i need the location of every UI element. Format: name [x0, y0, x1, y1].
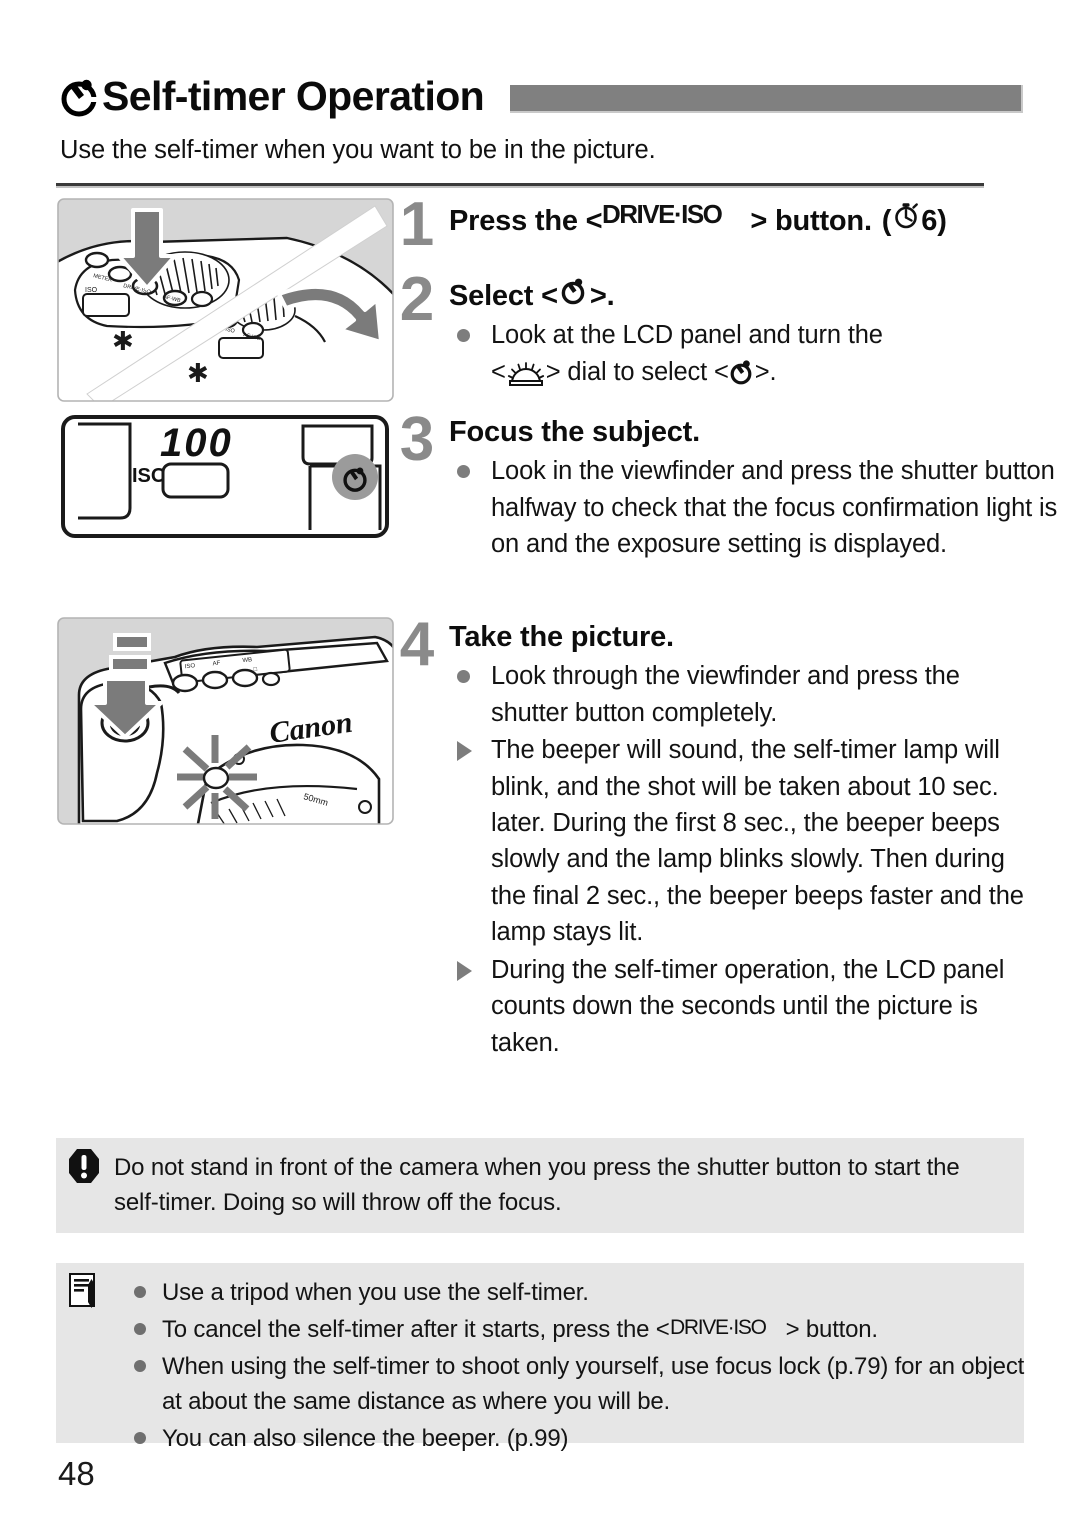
svg-text:WB: WB — [242, 657, 252, 664]
step-number: 1 — [399, 190, 435, 259]
warning-text: Do not stand in front of the camera when… — [114, 1154, 960, 1217]
main-dial-icon — [506, 359, 546, 387]
manual-page: Self-timer Operation Use the self-timer … — [0, 0, 1080, 1521]
step-4-bullets: Look through the viewfinder and press th… — [449, 658, 1024, 1061]
svg-text:AF: AF — [212, 661, 221, 668]
bullet-item: The beeper will sound, the self-timer la… — [449, 732, 1031, 951]
step-2-heading-before: Select < — [449, 280, 558, 312]
step-number: 3 — [399, 405, 435, 474]
step-2-heading-after: >. — [589, 280, 615, 312]
bullet-marker-triangle — [457, 960, 472, 981]
step-1: 1 Press the < DRIVE·ISO > button. (6) — [393, 194, 1023, 256]
step-1-timer-value: 6 — [921, 205, 938, 237]
bullet-line-1: Look at the LCD panel and turn the — [491, 321, 883, 350]
self-timer-icon — [560, 275, 588, 305]
lcd-panel-illustration: ISO 100 — [60, 414, 390, 539]
bullet-item: During the self-timer operation, the LCD… — [449, 952, 1031, 1061]
page-title: Self-timer Operation — [102, 72, 485, 119]
step-1-timer-open: ( — [881, 205, 892, 237]
step-2-heading: Select < >. — [449, 275, 1023, 313]
svg-text:✱: ✱ — [112, 327, 134, 356]
bullet-item: Look through the viewfinder and press th… — [449, 658, 1031, 731]
step-2: 2 Select < >. Look at the LCD panel and … — [393, 265, 1023, 391]
note-text-after: > button. — [785, 1316, 878, 1344]
self-timer-icon — [58, 74, 100, 118]
note-text-before: To cancel the self-timer after it starts… — [162, 1316, 670, 1344]
bullet-marker — [134, 1286, 146, 1298]
step-number: 2 — [399, 265, 435, 334]
svg-text:DRIVE·ISO: DRIVE·ISO — [602, 200, 723, 229]
note-pencil-icon — [66, 1271, 102, 1311]
note-box: Use a tripod when you use the self-timer… — [56, 1263, 1024, 1452]
bullet-text: The beeper will sound, the self-timer la… — [491, 736, 1024, 947]
bullet-marker — [134, 1432, 146, 1445]
bullet-item: Look in the viewfinder and press the shu… — [449, 453, 1061, 562]
intro-text: Use the self-timer when you want to be i… — [60, 136, 656, 164]
warning-icon — [66, 1146, 102, 1186]
bullet-marker — [457, 329, 470, 343]
bullet-marker — [457, 465, 470, 479]
step-3-heading: Focus the subject. — [449, 416, 700, 448]
note-item: You can also silence the beeper. (p.99) — [126, 1421, 1010, 1456]
step-2-bullets: Look at the LCD panel and turn the < > d… — [449, 317, 1023, 390]
note-item: When using the self-timer to shoot only … — [126, 1349, 1042, 1419]
step-3-bullets: Look in the viewfinder and press the shu… — [449, 453, 1057, 562]
svg-text:ISO: ISO — [185, 663, 196, 670]
stopwatch-icon — [891, 200, 921, 230]
bullet-text: Look in the viewfinder and press the shu… — [491, 457, 1058, 559]
step-3: 3 Focus the subject. Look in the viewfin… — [393, 405, 1057, 564]
note-text: You can also silence the beeper. (p.99) — [162, 1425, 569, 1453]
bullet-text: Look through the viewfinder and press th… — [491, 662, 960, 727]
self-timer-icon — [729, 357, 755, 385]
bullet-marker — [134, 1323, 146, 1336]
note-text: Use a tripod when you use the self-timer… — [162, 1279, 589, 1306]
bullet-marker — [457, 670, 470, 684]
step-1-heading-before: Press the < — [449, 205, 603, 237]
step-1-heading: Press the < DRIVE·ISO > button. (6) — [449, 200, 1023, 238]
bullet-marker — [134, 1360, 146, 1373]
step-number: 4 — [399, 610, 435, 679]
lcd-iso-value: 100 — [160, 421, 233, 465]
step-1-heading-after: > button. — [750, 205, 872, 237]
angle-close: >. — [754, 357, 777, 386]
svg-text:DRIVE·ISO: DRIVE·ISO — [670, 1316, 767, 1339]
step-4: 4 Take the picture. Look through the vie… — [393, 610, 1024, 1062]
step-1-timer-close: ) — [937, 205, 947, 237]
camera-top-dial-illustration: METER DRIVE·ISO AF·WB ISO ✱ ✱ AF·WB — [57, 198, 394, 402]
page-header: Self-timer Operation — [58, 66, 1023, 126]
dial-text: > dial to select < — [545, 357, 729, 386]
drive-iso-button-icon: DRIVE·ISO — [602, 200, 750, 230]
bullet-text: During the self-timer operation, the LCD… — [491, 955, 1005, 1057]
bullet-marker-triangle — [457, 741, 472, 762]
page-number: 48 — [58, 1455, 95, 1492]
drive-iso-button-icon: DRIVE·ISO — [670, 1315, 786, 1339]
note-list: Use a tripod when you use the self-timer… — [126, 1275, 1024, 1458]
title-accent-bar — [510, 85, 1023, 113]
bullet-item: Look at the LCD panel and turn the < > d… — [449, 317, 1023, 390]
svg-text:✱: ✱ — [187, 359, 209, 388]
lcd-iso-label: ISO — [132, 465, 166, 487]
angle-open: < — [491, 357, 506, 386]
warning-box: Do not stand in front of the camera when… — [56, 1138, 1024, 1233]
step-4-heading: Take the picture. — [449, 621, 674, 653]
note-item: Use a tripod when you use the self-timer… — [126, 1275, 1010, 1310]
note-item: To cancel the self-timer after it starts… — [126, 1312, 1010, 1347]
camera-shutter-lamp-illustration: ISOAFWB □□□ — [57, 617, 394, 825]
header-divider — [56, 183, 984, 188]
note-text: When using the self-timer to shoot only … — [162, 1353, 1025, 1416]
svg-text:ISO: ISO — [85, 287, 98, 294]
